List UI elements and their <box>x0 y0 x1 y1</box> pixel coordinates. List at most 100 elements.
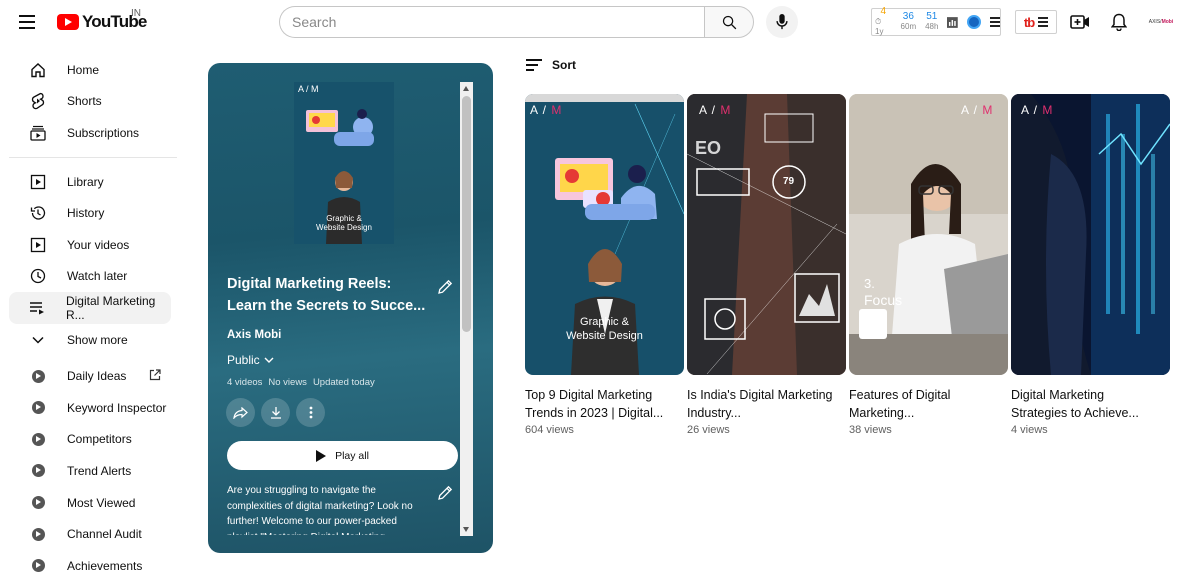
vidiq-tool-icon <box>29 367 47 385</box>
video-brand: A / M <box>699 103 732 117</box>
video-card[interactable]: A / M 3. Focus Features of Digital Marke… <box>849 94 1008 436</box>
scroll-up-arrow-icon[interactable] <box>463 86 469 91</box>
privacy-label: Public <box>227 353 260 367</box>
tubebuddy-extension-button[interactable]: tb <box>1015 10 1057 34</box>
playlist-meta: 4 videos No views Updated today <box>227 377 375 388</box>
playlist-views: No views <box>268 377 307 388</box>
play-all-button[interactable]: Play all <box>227 441 458 470</box>
edit-title-pencil-icon[interactable] <box>436 278 454 296</box>
video-thumbnail[interactable]: A / M Graphic & Website Design <box>525 94 684 375</box>
sidebar-item-label: Daily Ideas <box>67 369 127 384</box>
sidebar-item-most-viewed[interactable]: Most Viewed <box>9 487 171 519</box>
video-thumbnail[interactable]: A / M <box>1011 94 1170 375</box>
video-title[interactable]: Digital Marketing Strategies to Achieve.… <box>1011 386 1161 422</box>
vidiq-tool-icon <box>29 557 47 572</box>
sidebar-item-label: Show more <box>67 332 128 347</box>
search-button[interactable] <box>704 6 754 38</box>
video-views: 4 views <box>1011 424 1048 436</box>
playlist-video-count: 4 videos <box>227 377 263 388</box>
sidebar-item-show-more[interactable]: Show more <box>9 324 171 356</box>
create-video-button[interactable] <box>1068 10 1092 34</box>
external-link-icon[interactable] <box>149 369 161 381</box>
sidebar-item-history[interactable]: History <box>9 197 171 229</box>
sidebar: Home Shorts Subscriptions Library Histor… <box>0 54 180 572</box>
sidebar-item-playlist-digital-marketing[interactable]: Digital Marketing R... <box>9 292 171 324</box>
top-bar: YouTube IN 4 ⏱ 1y 36 60m 51 48h tb <box>0 0 1200 44</box>
avatar[interactable]: AXIS / Mobi <box>1148 12 1173 32</box>
library-icon <box>29 173 47 191</box>
ext-stat-value: 36 <box>902 11 914 22</box>
chevron-down-icon <box>29 331 47 349</box>
edit-description-pencil-icon[interactable] <box>436 484 454 502</box>
privacy-dropdown[interactable]: Public <box>227 353 274 367</box>
playlist-title: Digital Marketing Reels: Learn the Secre… <box>227 273 427 317</box>
sidebar-item-label: Trend Alerts <box>67 463 132 478</box>
playlist-thumb-caption-line1: Graphic & <box>326 214 362 223</box>
play-icon <box>316 449 327 462</box>
video-title[interactable]: Top 9 Digital Marketing Trends in 2023 |… <box>525 386 675 422</box>
home-icon <box>29 61 47 79</box>
video-views: 604 views <box>525 424 574 436</box>
extension-menu-icon <box>990 17 1000 27</box>
ext-stat-48h: 51 48h <box>925 12 938 32</box>
vidiq-extension-widget[interactable]: 4 ⏱ 1y 36 60m 51 48h <box>871 7 1001 36</box>
sidebar-item-home[interactable]: Home <box>9 54 171 86</box>
sidebar-item-subscriptions[interactable]: Subscriptions <box>9 117 171 149</box>
youtube-play-icon <box>57 14 79 30</box>
playlist-thumbnail[interactable]: A / M Graphic & Website Design <box>294 82 394 244</box>
download-button[interactable] <box>261 398 290 427</box>
sidebar-item-trend-alerts[interactable]: Trend Alerts <box>9 455 171 487</box>
sidebar-item-competitors[interactable]: Competitors <box>9 424 171 456</box>
your-videos-icon <box>29 236 47 254</box>
voice-search-button[interactable] <box>766 6 798 38</box>
sidebar-item-shorts[interactable]: Shorts <box>9 86 171 118</box>
extension-logo-icon <box>967 15 981 29</box>
youtube-logo[interactable]: YouTube IN <box>57 8 147 32</box>
bell-icon <box>1111 13 1127 31</box>
ext-stat-label: ⏱ 1y <box>875 17 884 36</box>
share-icon <box>233 406 248 419</box>
create-video-icon <box>1070 15 1089 29</box>
video-thumbnail[interactable]: EO A / M 79 <box>687 94 846 375</box>
video-title[interactable]: Features of Digital Marketing... <box>849 386 999 422</box>
notifications-button[interactable] <box>1107 10 1131 34</box>
sidebar-item-label: Keyword Inspector <box>67 400 167 415</box>
scroll-down-arrow-icon[interactable] <box>463 527 469 532</box>
sidebar-item-achievements[interactable]: Achievements <box>9 550 171 572</box>
video-card[interactable]: A / M Graphic & Website Design Top 9 Dig… <box>525 94 684 436</box>
search-input[interactable] <box>279 6 704 38</box>
play-all-label: Play all <box>335 449 369 462</box>
panel-scrollbar[interactable] <box>460 82 473 536</box>
hamburger-menu-icon[interactable] <box>14 10 42 34</box>
video-thumbnail-art <box>1011 94 1170 375</box>
playlist-actions <box>226 398 325 427</box>
avatar-text-a: AXIS <box>1148 19 1161 25</box>
sidebar-item-channel-audit[interactable]: Channel Audit <box>9 518 171 550</box>
sidebar-item-keyword-inspector[interactable]: Keyword Inspector <box>9 392 171 424</box>
sort-button[interactable]: Sort <box>526 58 576 72</box>
sidebar-item-label: Home <box>67 62 100 77</box>
video-title[interactable]: Is India's Digital Marketing Industry... <box>687 386 837 422</box>
scrollbar-thumb[interactable] <box>462 96 471 332</box>
playlist-title-line1: Digital Marketing Reels: <box>227 276 392 292</box>
playlist-updated: Updated today <box>312 377 375 388</box>
sidebar-item-library[interactable]: Library <box>9 166 171 198</box>
subscriptions-icon <box>29 124 47 142</box>
bar-chart-icon <box>947 16 959 28</box>
video-card[interactable]: EO A / M 79 Is India's Digital Marketing… <box>687 94 846 436</box>
more-options-button[interactable] <box>296 398 325 427</box>
sidebar-item-your-videos[interactable]: Your videos <box>9 229 171 261</box>
playlist-owner[interactable]: Axis Mobi <box>227 329 281 341</box>
video-overlay-text: Focus <box>864 292 903 308</box>
sidebar-item-label: Digital Marketing R... <box>65 293 156 322</box>
sidebar-item-daily-ideas[interactable]: Daily Ideas <box>9 360 171 392</box>
sidebar-item-label: Shorts <box>67 94 102 109</box>
sidebar-item-label: Watch later <box>67 269 128 284</box>
video-brand: A / M <box>961 103 994 117</box>
sidebar-item-label: History <box>67 206 105 221</box>
video-thumbnail[interactable]: A / M 3. Focus <box>849 94 1008 375</box>
video-card[interactable]: A / M Digital Marketing Strategies to Ac… <box>1011 94 1170 436</box>
sidebar-item-watch-later[interactable]: Watch later <box>9 261 171 293</box>
svg-text:EO: EO <box>695 138 721 158</box>
share-button[interactable] <box>226 398 255 427</box>
